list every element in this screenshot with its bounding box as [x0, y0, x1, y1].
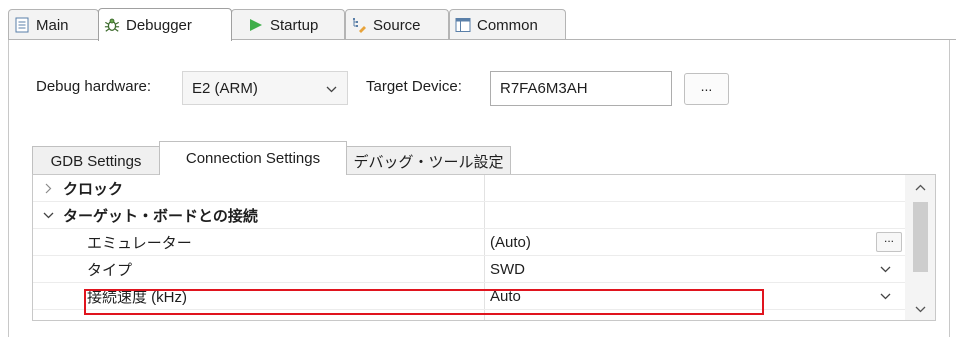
debug-hardware-label: Debug hardware:	[36, 78, 152, 95]
target-device-label: Target Device:	[366, 78, 462, 95]
property-row-emulator[interactable]: エミュレーター (Auto) ...	[33, 229, 905, 256]
tab-main[interactable]: Main	[8, 9, 99, 40]
tab-debugger[interactable]: Debugger	[98, 8, 232, 41]
property-group-target-board[interactable]: ターゲット・ボードとの接続	[33, 202, 905, 229]
target-device-input[interactable]: R7FA6M3AH	[490, 71, 672, 106]
scrollbar-thumb[interactable]	[913, 202, 928, 272]
debug-hardware-value: E2 (ARM)	[192, 79, 258, 97]
chevron-right-icon[interactable]	[39, 183, 57, 194]
property-type-value[interactable]: SWD	[490, 256, 525, 282]
connection-properties-table: クロック ターゲット・ボードとの接続 エミュレーター (Auto) ... タイ…	[32, 174, 936, 321]
emulator-browse-button[interactable]: ...	[876, 232, 902, 252]
tab-debug-tool-settings[interactable]: デバッグ・ツール設定	[346, 146, 511, 175]
tab-startup-label: Startup	[270, 16, 319, 34]
target-device-value: R7FA6M3AH	[500, 80, 588, 97]
property-connection-speed-value[interactable]: Auto	[490, 283, 521, 309]
startup-play-icon	[248, 17, 264, 33]
property-emulator-name: エミュレーター	[87, 234, 192, 252]
scroll-up-icon[interactable]	[912, 178, 928, 196]
tab-gdb-settings[interactable]: GDB Settings	[32, 146, 160, 175]
tab-gdb-settings-label: GDB Settings	[50, 152, 142, 170]
property-row-connection-speed[interactable]: 接続速度 (kHz) Auto	[33, 283, 905, 310]
tab-debugger-label: Debugger	[126, 16, 192, 34]
property-group-clock[interactable]: クロック	[33, 175, 905, 202]
source-lookup-icon	[351, 17, 367, 33]
scroll-down-icon[interactable]	[912, 300, 928, 318]
tab-startup[interactable]: Startup	[231, 9, 345, 40]
chevron-down-icon[interactable]	[875, 283, 895, 309]
property-emulator-value[interactable]: (Auto)	[490, 229, 531, 255]
tab-main-label: Main	[36, 16, 69, 34]
property-connection-speed-name: 接続速度 (kHz)	[87, 288, 187, 306]
chevron-down-icon[interactable]	[39, 212, 57, 219]
tab-debug-tool-settings-label: デバッグ・ツール設定	[353, 153, 504, 171]
tab-source-label: Source	[373, 16, 421, 34]
main-tab-icon	[14, 17, 30, 33]
debug-hardware-combo[interactable]: E2 (ARM)	[182, 71, 348, 105]
tab-connection-settings-label: Connection Settings	[185, 150, 321, 167]
property-group-clock-name: クロック	[39, 175, 123, 201]
tab-source[interactable]: Source	[345, 9, 449, 40]
vertical-scrollbar[interactable]	[905, 175, 935, 320]
chevron-down-icon[interactable]	[875, 256, 895, 282]
property-row-type[interactable]: タイプ SWD	[33, 256, 905, 283]
property-group-target-board-name: ターゲット・ボードとの接続	[39, 202, 258, 228]
common-tab-icon	[455, 17, 471, 33]
tab-common[interactable]: Common	[449, 9, 566, 40]
tab-common-label: Common	[477, 16, 538, 34]
chevron-down-icon	[326, 80, 337, 97]
tab-connection-settings[interactable]: Connection Settings	[159, 141, 347, 175]
debugger-bug-icon	[104, 17, 120, 33]
property-type-name: タイプ	[87, 261, 133, 279]
target-device-browse-button[interactable]: ...	[684, 73, 729, 105]
